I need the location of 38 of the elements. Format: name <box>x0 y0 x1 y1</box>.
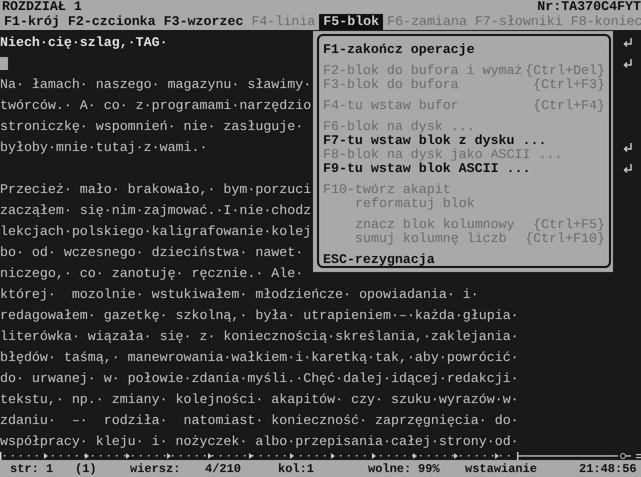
text-line: której· mozolnie· wstukiwałem· młodzieńcze· opowiadania· i· <box>0 287 479 302</box>
text-cursor <box>0 57 8 70</box>
menu-option[interactable]: F1-zakończ operacje <box>323 42 605 56</box>
text-line: byłoby·mnie·tutaj·z·wami.· <box>0 140 208 155</box>
text-line: twórców.· A· co· z·programami·narzędzio <box>0 98 312 113</box>
text-line: zdaniu· –· rodziła· natomiast· konieczność· zaprzęgnięcia· do· <box>0 413 519 428</box>
status-text: wolne: <box>368 462 412 476</box>
status-text: kol:1 <box>278 462 316 476</box>
menu-item[interactable]: F3-wzorzec <box>160 14 248 30</box>
text-line: bo· od· wczesnego· dzieciństwa· nawet· <box>0 245 304 260</box>
text-line: błędów· taśmą,· manewrowania·wałkiem·i·karetką·tak,·aby·powrócić· <box>0 350 519 365</box>
text-line: literówka· wiązała· się· z· koniecznością·skreślania,·zaklejania· <box>0 329 519 344</box>
menu-option[interactable]: F7-tu wstaw blok z dysku ... <box>323 133 605 147</box>
status-text: 21:48:56 <box>579 462 638 476</box>
status-text: wstawianie <box>465 462 538 476</box>
text-line: tekstu,· np.· zmiany· kolejności· akapitów· czy· szuku·wyrazów·w· <box>0 392 519 407</box>
text-line: Przecież· mało· brakowało,· bym·porzuci <box>0 182 312 197</box>
text-line: do· urwanej· w· połowie·zdania·myśli.·Chęć·dalej·idącej·redakcji· <box>0 371 519 386</box>
text-line: Na· łamach· naszego· magazynu· sławimy· <box>0 77 312 92</box>
status-text: wiersz: <box>130 462 182 476</box>
status-text: 99% <box>418 462 441 476</box>
text-line: niczego,· co· zanotuję· ręcznie.· Ale· <box>0 266 304 281</box>
text-line: współpracy· kleju· i· nożyczek· albo·przepisania·całej·strony·od· <box>0 434 519 449</box>
status-text: (1) <box>75 462 98 476</box>
text-line: zacząłem· się·nim·zajmować.·I·nie·chodz <box>0 203 312 218</box>
text-line: stroniczkę· wspomnień· nie· zasługuje· <box>0 119 304 134</box>
heading-text: Niech·cię·szlag,·TAG· <box>0 35 168 50</box>
menu-option[interactable]: F9-tu wstaw blok ASCII ... <box>323 161 605 175</box>
menu-item[interactable]: F5-blok <box>319 14 384 30</box>
menu-option[interactable]: ESC-rezygnacja <box>323 252 605 266</box>
text-line: redagowałem· gazetkę· szkolną,· była· utrapieniem·–·każda·głupia· <box>0 308 519 323</box>
menu-item[interactable]: F1-krój <box>0 14 64 30</box>
status-text: 4/210 <box>205 462 242 476</box>
chapter-title: ROZDZIAŁ 1 <box>2 0 82 14</box>
document-number: Nr:TA370C4FYT <box>537 0 641 14</box>
menu-item[interactable]: F2-czcionka <box>64 14 160 30</box>
status-text: str: 1 <box>10 462 54 476</box>
text-line: lekcjach·polskiego·kaligrafowanie·kolej <box>0 224 312 239</box>
